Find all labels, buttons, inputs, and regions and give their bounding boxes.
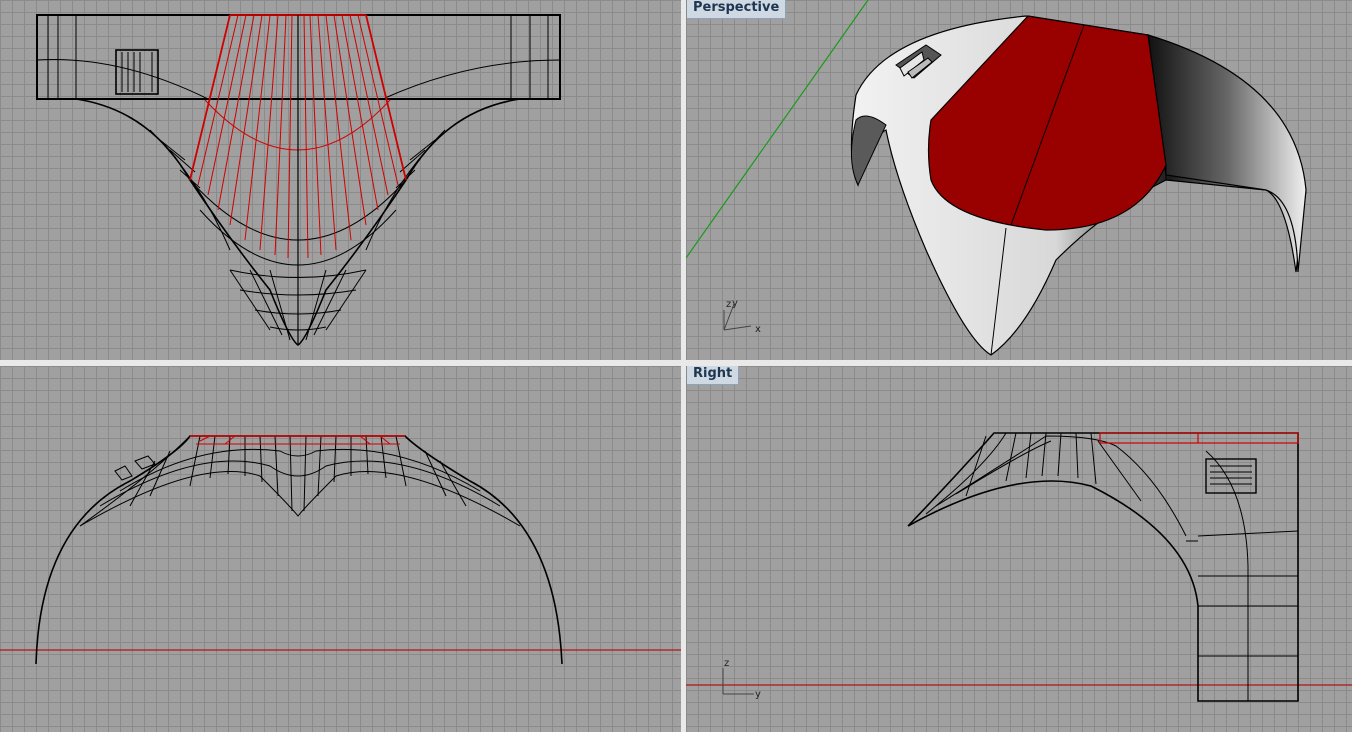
left-wing-inner [850, 115, 887, 187]
persp-axis-y: y [732, 298, 738, 309]
right-selected-surface [1099, 432, 1299, 444]
persp-axis-z: z [726, 299, 731, 310]
right-axis-indicator [722, 668, 754, 695]
viewport-top[interactable] [0, 0, 681, 360]
top-right-curve [384, 59, 561, 99]
viewport-right[interactable]: z y Right [686, 366, 1352, 732]
viewport-front[interactable] [0, 366, 681, 732]
viewport-perspective[interactable]: z y x Perspective [686, 0, 1352, 360]
viewport-label-perspective[interactable]: Perspective [687, 0, 787, 19]
front-vent-block [114, 455, 156, 481]
viewport-label-right[interactable]: Right [687, 366, 740, 385]
right-axis-y: y [755, 689, 761, 700]
right-wing-surface [1147, 34, 1307, 273]
right-axis-z: z [724, 658, 729, 669]
right-outline [907, 432, 1299, 702]
persp-axis-x: x [755, 324, 761, 335]
perspective-view-model[interactable]: z y x [686, 0, 1352, 360]
right-vent-block [1205, 458, 1257, 494]
right-view-model[interactable]: z y [686, 366, 1352, 732]
top-view-model[interactable] [0, 0, 681, 360]
front-view-model[interactable] [0, 366, 681, 732]
world-y-axis-line [686, 0, 869, 259]
front-outer-arch [35, 435, 563, 665]
front-selected-surface [190, 435, 405, 445]
